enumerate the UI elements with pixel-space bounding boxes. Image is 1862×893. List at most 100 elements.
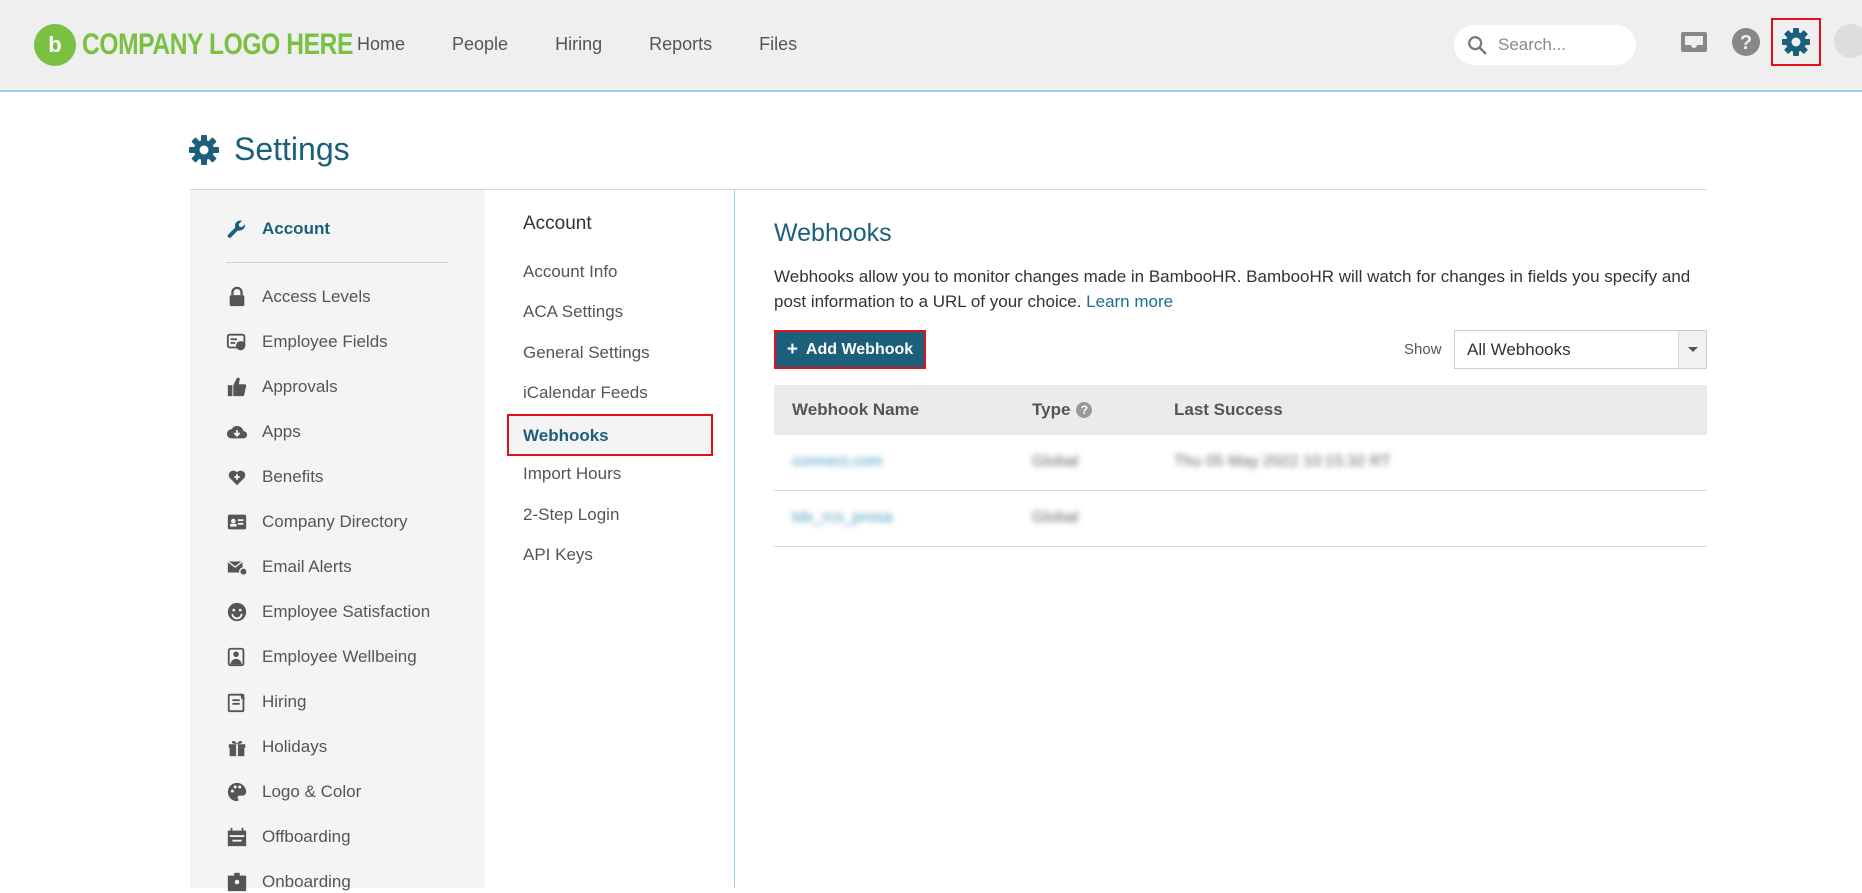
heart-plus-icon xyxy=(228,470,246,486)
column-header-type[interactable]: Type? xyxy=(1032,400,1093,420)
sidebar-item-label: Offboarding xyxy=(262,827,351,846)
sidebar-item-label: Holidays xyxy=(262,737,328,756)
lock-icon xyxy=(229,286,245,307)
sidebar-item-onboarding[interactable]: Onboarding xyxy=(226,871,351,893)
webhook-filter-select[interactable]: All Webhooks xyxy=(1454,330,1707,369)
gift-icon xyxy=(228,741,246,757)
nav-home[interactable]: Home xyxy=(357,34,405,55)
subnav-item-general-settings[interactable]: General Settings xyxy=(523,343,650,363)
sidebar-item-offboarding[interactable]: Offboarding xyxy=(226,826,351,848)
subnav-item-label: Webhooks xyxy=(523,426,609,445)
palette-icon xyxy=(227,782,247,802)
inbox-icon[interactable] xyxy=(1678,26,1710,58)
sidebar-item-label: Hiring xyxy=(262,692,307,711)
nav-people[interactable]: People xyxy=(452,34,508,55)
subnav-item-icalendar-feeds[interactable]: iCalendar Feeds xyxy=(523,383,648,403)
table-header: Webhook Name Type? Last Success xyxy=(774,385,1707,435)
sidebar-item-label: Email Alerts xyxy=(262,557,352,576)
sidebar-item-access-levels[interactable]: Access Levels xyxy=(226,286,371,308)
top-bar: b COMPANY LOGO HERE Home People Hiring R… xyxy=(0,0,1862,92)
gear-icon xyxy=(189,134,219,165)
help-icon[interactable]: ? xyxy=(1076,402,1093,418)
id-card-icon xyxy=(226,333,246,351)
badge-icon xyxy=(227,872,247,892)
settings-gear-button[interactable] xyxy=(1771,18,1821,66)
webhook-last-success: Thu 05 May 2022 10:15:32 RT xyxy=(1174,453,1391,470)
nav-reports[interactable]: Reports xyxy=(649,34,712,55)
gear-icon xyxy=(1782,28,1810,56)
select-value: All Webhooks xyxy=(1467,339,1571,359)
column-header-name[interactable]: Webhook Name xyxy=(792,400,919,420)
add-webhook-label: Add Webhook xyxy=(805,340,914,358)
help-icon[interactable]: ? xyxy=(1730,26,1762,58)
logo-mark: b xyxy=(34,24,76,66)
section-title: Webhooks xyxy=(774,219,892,247)
search-icon xyxy=(1468,36,1487,55)
sidebar-item-label: Account xyxy=(262,219,330,238)
sidebar-item-label: Onboarding xyxy=(262,872,351,891)
calendar-exit-icon xyxy=(227,827,247,847)
company-logo[interactable]: b COMPANY LOGO HERE xyxy=(34,24,412,66)
sidebar-item-label: Employee Fields xyxy=(262,332,388,351)
subnav-item-webhooks[interactable]: Webhooks xyxy=(507,414,713,456)
sidebar-item-approvals[interactable]: Approvals xyxy=(226,376,338,398)
subnav-item-import-hours[interactable]: Import Hours xyxy=(523,464,621,484)
sidebar-item-label: Benefits xyxy=(262,467,324,486)
plus-icon: + xyxy=(786,338,798,360)
subnav-item-aca-settings[interactable]: ACA Settings xyxy=(523,302,623,322)
sidebar-item-apps[interactable]: Apps xyxy=(226,421,301,443)
type-header-label: Type xyxy=(1032,400,1071,419)
table-row: connect.com Global Thu 05 May 2022 10:15… xyxy=(774,435,1707,491)
wrench-icon xyxy=(227,220,246,238)
column-header-last-success[interactable]: Last Success xyxy=(1174,400,1283,420)
nav-hiring[interactable]: Hiring xyxy=(555,34,602,55)
avatar[interactable] xyxy=(1834,24,1862,58)
main-nav: Home People Hiring Reports Files xyxy=(357,34,844,55)
divider xyxy=(226,262,448,263)
wellbeing-icon xyxy=(227,647,245,667)
sidebar-item-holidays[interactable]: Holidays xyxy=(226,736,327,758)
table-row: tdx_rcs_prosa Global xyxy=(774,491,1707,547)
page-title-text: Settings xyxy=(234,131,350,167)
subnav-item-2-step-login[interactable]: 2-Step Login xyxy=(523,505,619,525)
sidebar-item-hiring[interactable]: Hiring xyxy=(226,691,306,713)
sidebar-item-label: Apps xyxy=(262,422,301,441)
sidebar-item-account[interactable]: Account xyxy=(226,218,330,240)
sidebar-item-label: Access Levels xyxy=(262,287,371,306)
cloud-download-icon xyxy=(226,425,248,439)
sidebar-item-employee-wellbeing[interactable]: Employee Wellbeing xyxy=(226,646,417,668)
nav-files[interactable]: Files xyxy=(759,34,797,55)
sidebar-item-logo-color[interactable]: Logo & Color xyxy=(226,781,361,803)
search-box[interactable] xyxy=(1454,25,1636,65)
smile-icon xyxy=(227,602,247,622)
add-webhook-button[interactable]: + Add Webhook xyxy=(774,330,926,369)
sidebar-item-benefits[interactable]: Benefits xyxy=(226,466,323,488)
logo-text: COMPANY LOGO HERE xyxy=(82,28,353,61)
account-subnav: Account Account Info ACA Settings Genera… xyxy=(485,190,735,888)
clipboard-icon xyxy=(227,692,246,713)
subnav-item-account-info[interactable]: Account Info xyxy=(523,262,618,282)
webhook-name-link[interactable]: connect.com xyxy=(792,453,883,471)
search-input[interactable] xyxy=(1498,35,1628,55)
sidebar-item-email-alerts[interactable]: Email Alerts xyxy=(226,556,352,578)
sidebar-item-company-directory[interactable]: Company Directory xyxy=(226,511,408,533)
thumbs-up-icon xyxy=(227,377,247,397)
sidebar-item-label: Employee Wellbeing xyxy=(262,647,417,666)
webhooks-table: Webhook Name Type? Last Success connect.… xyxy=(774,385,1707,547)
sidebar-item-label: Employee Satisfaction xyxy=(262,602,431,621)
learn-more-link[interactable]: Learn more xyxy=(1086,292,1173,311)
webhook-name-link[interactable]: tdx_rcs_prosa xyxy=(792,509,893,527)
sidebar-item-label: Company Directory xyxy=(262,512,408,531)
webhook-type: Global xyxy=(1032,509,1079,526)
sidebar-item-label: Approvals xyxy=(262,377,338,396)
sidebar-item-employee-satisfaction[interactable]: Employee Satisfaction xyxy=(226,601,430,623)
page-title: Settings xyxy=(188,131,350,168)
subnav-item-api-keys[interactable]: API Keys xyxy=(523,545,593,565)
show-label: Show xyxy=(1404,341,1442,358)
sidebar-item-employee-fields[interactable]: Employee Fields xyxy=(226,331,388,353)
chevron-down-icon[interactable] xyxy=(1678,331,1706,368)
mail-alert-icon xyxy=(227,560,248,576)
subnav-heading: Account xyxy=(523,213,592,234)
settings-sidebar: Account Access Levels Employee Fields Ap… xyxy=(190,190,485,892)
address-card-icon xyxy=(227,514,247,530)
